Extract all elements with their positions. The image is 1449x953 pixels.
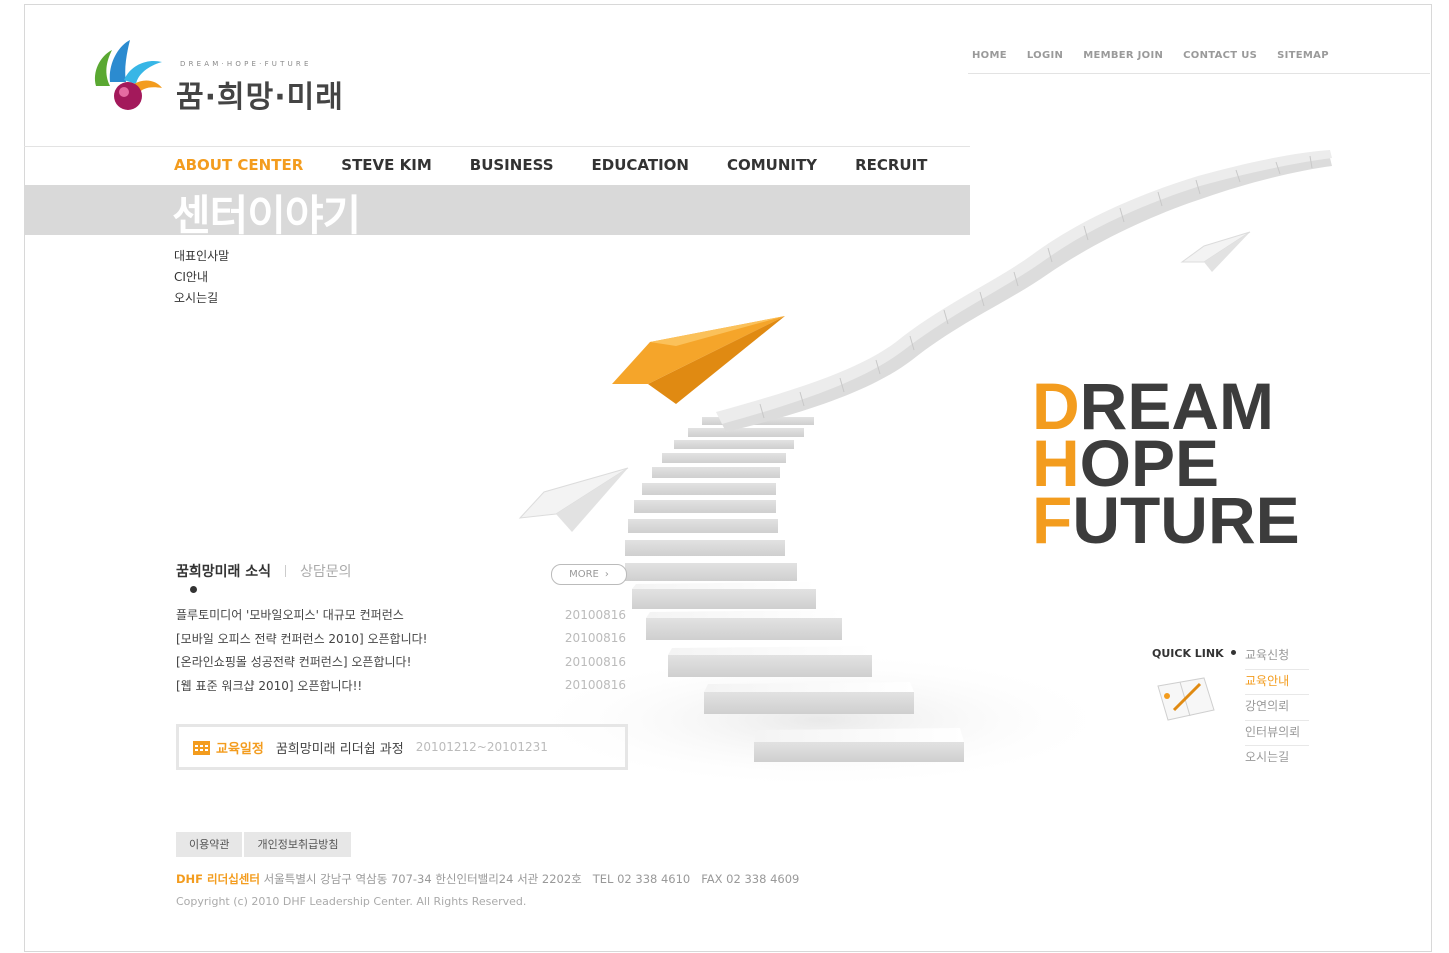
schedule-dates: 20101212~20101231 xyxy=(415,740,548,754)
sub-menu: 대표인사말 CI안내 오시는길 xyxy=(174,246,229,309)
util-member-join-link[interactable]: MEMBER JOIN xyxy=(1083,50,1163,61)
list-item: [모바일 오피스 전략 컨퍼런스 2010] 오픈합니다! 20100816 xyxy=(176,627,626,651)
news-date: 20100816 xyxy=(564,631,626,646)
section-title: 센터이야기 xyxy=(172,191,361,240)
footer-copyright: Copyright (c) 2010 DHF Leadership Center… xyxy=(176,895,527,908)
utility-divider xyxy=(968,73,1430,74)
footer-tel: TEL 02 338 4610 xyxy=(592,872,691,886)
news-date: 20100816 xyxy=(564,678,626,693)
footer-address: DHF 리더십센터 서울특별시 강남구 역삼동 707-34 한신인터밸리24 … xyxy=(176,871,799,887)
logo-tagline: DREAM·HOPE·FUTURE xyxy=(180,60,312,68)
footer-fax: FAX 02 338 4609 xyxy=(701,872,800,886)
more-label: MORE xyxy=(569,569,599,580)
nav-about-center[interactable]: ABOUT CENTER xyxy=(174,156,303,174)
quick-link-interview-request[interactable]: 인터뷰의뢰 xyxy=(1245,721,1309,746)
news-date: 20100816 xyxy=(564,607,626,622)
news-tabs: 꿈희망미래 소식 상담문의 xyxy=(176,561,352,581)
logo-emblem-icon xyxy=(94,40,162,110)
util-login-link[interactable]: LOGIN xyxy=(1027,50,1063,61)
terms-button[interactable]: 이용약관 xyxy=(176,832,243,857)
quick-link-lecture-request[interactable]: 강연의뢰 xyxy=(1245,695,1309,721)
privacy-policy-button[interactable]: 개인정보취급방침 xyxy=(244,832,352,857)
hero-headline: DREAM HOPE FUTURE xyxy=(1032,373,1300,557)
news-date: 20100816 xyxy=(564,654,626,669)
submenu-item-directions[interactable]: 오시는길 xyxy=(174,288,229,309)
util-home-link[interactable]: HOME xyxy=(972,50,1007,61)
active-tab-indicator xyxy=(190,586,197,593)
util-contact-link[interactable]: CONTACT US xyxy=(1183,50,1257,61)
quick-link-title: QUICK LINK xyxy=(1152,647,1224,660)
submenu-item-greeting[interactable]: 대표인사말 xyxy=(174,246,229,267)
headline-line-future: FUTURE xyxy=(1032,483,1300,557)
quick-link-apply[interactable]: 교육신청 xyxy=(1245,644,1309,670)
quick-link-education-info[interactable]: 교육안내 xyxy=(1245,670,1309,695)
util-sitemap-link[interactable]: SITEMAP xyxy=(1277,50,1329,61)
nav-steve-kim[interactable]: STEVE KIM xyxy=(341,156,432,174)
quick-link-bullet xyxy=(1231,650,1236,655)
news-title[interactable]: 플루토미디어 '모바일오피스' 대규모 컨퍼런스 xyxy=(176,606,404,623)
schedule-label: 교육일정 xyxy=(216,741,264,757)
chevron-right-icon: › xyxy=(604,569,609,580)
list-item: [웹 표준 워크샵 2010] 오픈합니다!! 20100816 xyxy=(176,674,626,698)
news-title[interactable]: [온라인쇼핑몰 성공전략 컨퍼런스] 오픈합니다! xyxy=(176,653,411,670)
utility-nav: HOME LOGIN MEMBER JOIN CONTACT US SITEMA… xyxy=(972,50,1329,61)
news-title[interactable]: [웹 표준 워크샵 2010] 오픈합니다!! xyxy=(176,677,362,694)
list-item: 플루토미디어 '모바일오피스' 대규모 컨퍼런스 20100816 xyxy=(176,603,626,627)
education-schedule-box: 교육일정 꿈희망미래 리더쉽 과정 20101212~20101231 xyxy=(176,724,628,770)
list-item: [온라인쇼핑몰 성공전략 컨퍼런스] 오픈합니다! 20100816 xyxy=(176,650,626,674)
logo-name: 꿈·희망·미래 xyxy=(176,80,344,115)
tab-consultation[interactable]: 상담문의 xyxy=(300,561,352,581)
news-list: 플루토미디어 '모바일오피스' 대규모 컨퍼런스 20100816 [모바일 오… xyxy=(176,603,626,697)
footer-brand: DHF 리더십센터 xyxy=(176,872,260,886)
site-logo[interactable]: DREAM·HOPE·FUTURE 꿈·희망·미래 xyxy=(90,36,360,118)
more-button[interactable]: MORE › xyxy=(551,564,627,585)
notebook-pen-icon xyxy=(1157,677,1215,721)
news-title[interactable]: [모바일 오피스 전략 컨퍼런스 2010] 오픈합니다! xyxy=(176,630,427,647)
footer-links: 이용약관 개인정보취급방침 xyxy=(176,832,353,857)
calendar-icon xyxy=(193,740,210,755)
tab-separator xyxy=(285,565,287,577)
quick-link-list: 교육신청 교육안내 강연의뢰 인터뷰의뢰 오시는길 xyxy=(1245,644,1309,771)
submenu-item-ci[interactable]: CI안내 xyxy=(174,267,229,288)
tab-news[interactable]: 꿈희망미래 소식 xyxy=(176,561,271,581)
footer-address-text: 서울특별시 강남구 역삼동 707-34 한신인터밸리24 서관 2202호 xyxy=(263,872,582,886)
schedule-course-link[interactable]: 꿈희망미래 리더쉽 과정 xyxy=(276,738,404,757)
quick-link-directions[interactable]: 오시는길 xyxy=(1245,746,1309,771)
orange-paper-plane-icon xyxy=(612,316,785,404)
